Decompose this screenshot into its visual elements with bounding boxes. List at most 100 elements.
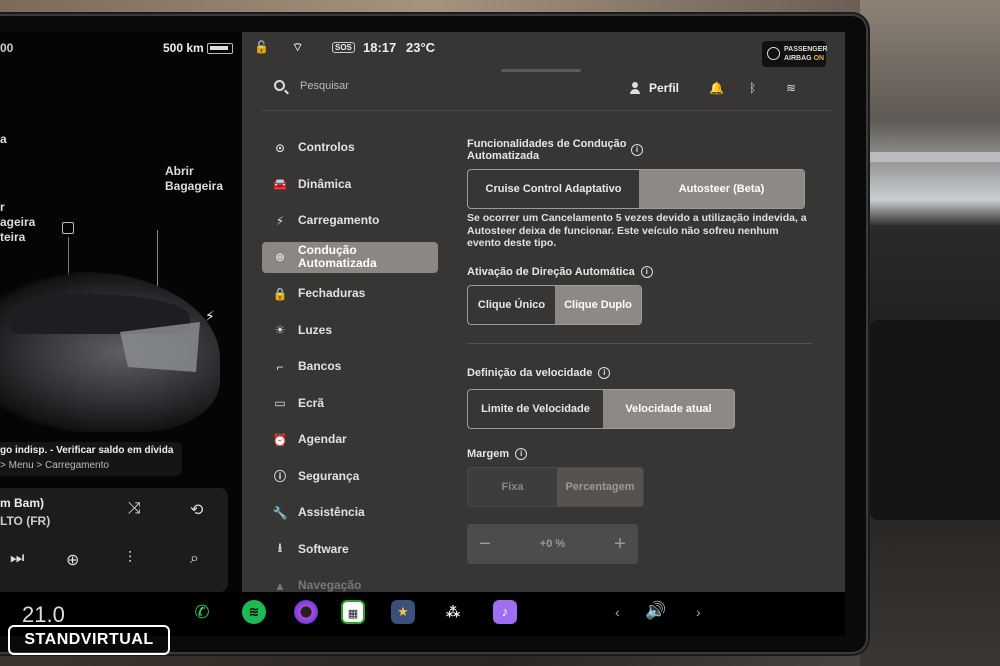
option-single-click[interactable]: Clique Único — [468, 286, 555, 324]
section-divider — [467, 343, 812, 344]
alarm-icon: ⏰ — [272, 432, 288, 447]
option-autosteer[interactable]: Autosteer (Beta) — [639, 170, 804, 208]
open-trunk-label-1: Abrir — [165, 164, 194, 178]
car-icon: 🚘 — [272, 177, 288, 191]
volume-up-arrow-icon[interactable]: › — [696, 604, 701, 620]
media-player[interactable]: m Bam) LTO (FR) ⤨ ⟲ ⏭ ⊕ ⫶ ⌕ — [0, 488, 228, 592]
media-song-title: m Bam) — [0, 496, 45, 510]
background-trim — [860, 152, 1000, 162]
features-title-text: Funcionalidades de Condução Automatizada — [467, 138, 627, 162]
menu-item-label: Carregamento — [298, 213, 380, 227]
option-current-speed[interactable]: Velocidade atual — [603, 390, 734, 428]
menu-item-label: Software — [298, 541, 349, 556]
open-frunk-label-1: r — [0, 200, 5, 214]
lock-icon: 🔒 — [272, 286, 288, 301]
menu-item-conducao-automatizada[interactable]: ⊕ Condução Automatizada — [262, 241, 438, 273]
add-icon[interactable]: ⊕ — [66, 550, 79, 570]
menu-item-fechaduras[interactable]: 🔒 Fechaduras — [262, 278, 438, 309]
karaoke-icon[interactable]: ♪ — [493, 600, 517, 624]
open-trunk-label-2: Bagageira — [165, 179, 224, 193]
settings-panel: 🔓 ⌔ SOS 18:17 23°C PASSENGER AIRBAG ON P… — [242, 32, 845, 593]
menu-item-label: Controlos — [298, 140, 355, 154]
charge-port-icon[interactable]: ⚡ — [205, 308, 215, 325]
left-edge-label: a — [0, 132, 7, 146]
passenger-airbag-indicator: PASSENGER AIRBAG ON — [762, 41, 828, 67]
activation-selector: Clique Único Clique Duplo — [467, 285, 642, 325]
speed-info-icon[interactable]: i — [598, 367, 611, 380]
settings-menu: ⊙ Controlos 🚘 Dinâmica ⚡ Carregamento ⊕ … — [262, 132, 438, 607]
search-input[interactable]: Pesquisar — [300, 80, 349, 92]
navigation-message-line2: > Menu > Carregamento — [0, 460, 109, 471]
profile-icon[interactable] — [630, 82, 640, 94]
option-double-click[interactable]: Clique Duplo — [555, 286, 641, 324]
airbag-label: PASSENGER — [784, 46, 828, 53]
equalizer-icon[interactable]: ⫶ — [128, 550, 132, 568]
info-icon: ⓘ — [273, 469, 286, 484]
tidal-icon[interactable]: ⁂ — [441, 600, 465, 624]
menu-item-software[interactable]: ⭳ Software — [262, 534, 438, 565]
games-icon[interactable]: ★ — [391, 600, 415, 624]
decrease-button[interactable]: − — [467, 533, 503, 556]
bell-icon[interactable]: 🔔 — [709, 81, 724, 95]
background-dashboard — [870, 320, 1000, 520]
volume-icon[interactable]: 🔊 — [645, 601, 666, 621]
menu-item-agendar[interactable]: ⏰ Agendar — [262, 424, 438, 455]
menu-item-dinamica[interactable]: 🚘 Dinâmica — [262, 169, 438, 200]
menu-item-bancos[interactable]: ⌐ Bancos — [262, 351, 438, 382]
menu-item-seguranca[interactable]: ⓘ Segurança — [262, 461, 438, 492]
navigation-message-line1: go indisp. - Verificar saldo em dívida — [0, 445, 174, 456]
activation-title: Ativação de Direção Automática i — [467, 266, 653, 279]
unlock-icon[interactable] — [62, 222, 74, 234]
menu-item-ecra[interactable]: ▭ Ecrã — [262, 388, 438, 419]
background-car-interior — [860, 0, 1000, 666]
menu-item-label: Assistência — [298, 505, 365, 519]
spotify-icon[interactable]: ≋ — [242, 600, 266, 624]
wifi-icon[interactable]: ≋ — [786, 81, 796, 95]
sos-button[interactable]: SOS — [332, 42, 355, 53]
menu-item-carregamento[interactable]: ⚡ Carregamento — [262, 205, 438, 236]
volume-down-arrow-icon[interactable]: ‹ — [615, 604, 620, 620]
option-cruise-control[interactable]: Cruise Control Adaptativo — [468, 170, 639, 208]
navigation-message[interactable]: go indisp. - Verificar saldo em dívida >… — [0, 442, 182, 476]
increase-button[interactable]: + — [602, 533, 638, 556]
menu-item-label: Segurança — [298, 468, 360, 483]
display-icon: ▭ — [274, 396, 286, 410]
repeat-icon[interactable]: ⟲ — [190, 500, 203, 520]
media-search-icon[interactable]: ⌕ — [190, 550, 199, 568]
offset-value: +0 % — [539, 538, 566, 550]
option-percentage[interactable]: Percentagem — [557, 468, 643, 506]
trunk-pointer-line — [157, 230, 158, 290]
search-icon[interactable] — [274, 80, 285, 91]
next-track-icon[interactable]: ⏭ — [10, 550, 24, 568]
menu-item-label: Bancos — [298, 359, 342, 373]
open-trunk-button[interactable]: Abrir Bagageira — [165, 164, 223, 194]
touchscreen: 00 500 km a Abrir Bagageira r ageira tei… — [0, 32, 845, 636]
menu-item-label: Luzes — [298, 322, 333, 337]
margin-title-text: Margem — [467, 448, 510, 460]
activation-info-icon[interactable]: i — [640, 266, 653, 279]
phone-icon[interactable]: ✆ — [190, 600, 214, 624]
camera-icon[interactable] — [294, 600, 318, 624]
open-frunk-button[interactable]: r ageira teira — [0, 200, 35, 245]
profile-button[interactable]: Perfil — [649, 81, 679, 95]
menu-item-label: Agendar — [298, 432, 347, 446]
menu-item-label: Dinâmica — [298, 176, 352, 191]
option-fixed[interactable]: Fixa — [468, 468, 557, 506]
lock-status-icon[interactable]: 🔓 — [254, 40, 269, 54]
menu-item-controlos[interactable]: ⊙ Controlos — [262, 132, 438, 163]
toggle-icon: ⊙ — [274, 140, 286, 155]
toybox-icon[interactable]: ▦ — [341, 600, 365, 624]
media-artist: LTO (FR) — [0, 514, 51, 528]
features-info-icon[interactable]: i — [631, 144, 643, 156]
shuffle-icon[interactable]: ⤨ — [128, 500, 141, 518]
margin-info-icon[interactable]: i — [515, 448, 528, 461]
bluetooth-icon[interactable]: ᛒ — [749, 81, 756, 95]
seat-icon: ⌐ — [276, 359, 284, 374]
drive-status: 00 — [0, 41, 14, 55]
activation-title-text: Ativação de Direção Automática — [467, 266, 635, 278]
menu-item-luzes[interactable]: ☀ Luzes — [262, 315, 438, 346]
drag-handle[interactable] — [501, 69, 581, 72]
menu-item-assistencia[interactable]: 🔧 Assistência — [262, 497, 438, 528]
sun-icon: ☀ — [274, 323, 286, 337]
option-speed-limit[interactable]: Limite de Velocidade — [468, 390, 603, 428]
